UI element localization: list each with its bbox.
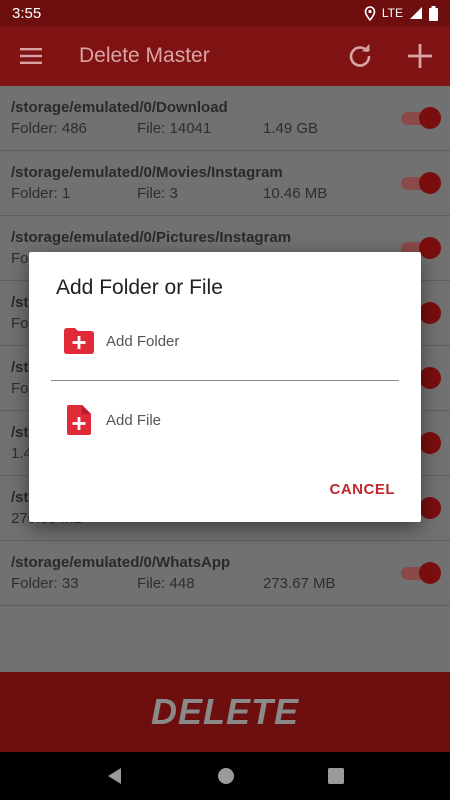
folder-count: Folder: 1 [11, 185, 71, 202]
enable-toggle[interactable] [399, 562, 441, 584]
status-icons: LTE [364, 5, 438, 21]
item-stats: Folder: 33 File: 448 273.67 MB [11, 575, 439, 592]
refresh-icon [349, 44, 371, 67]
toggle-knob [419, 432, 441, 454]
file-plus-icon [64, 405, 94, 435]
app-title: Delete Master [79, 44, 210, 67]
app-bar: Delete Master [0, 26, 450, 86]
file-count: File: 3 [137, 185, 178, 202]
list-item[interactable]: /storage/emulated/0/WhatsApp Folder: 33 … [0, 541, 450, 606]
toggle-knob [419, 497, 441, 519]
dialog-title: Add Folder or File [56, 276, 223, 299]
item-path: /storage/emulated/0/Movies/Instagram [11, 164, 283, 181]
status-time: 3:55 [12, 4, 42, 22]
toggle-knob [419, 367, 441, 389]
dialog-divider [51, 380, 399, 381]
item-path: /storage/emulated/0/Download [11, 99, 228, 116]
refresh-button[interactable] [330, 26, 390, 86]
home-icon[interactable] [217, 767, 235, 785]
add-button[interactable] [390, 26, 450, 86]
toggle-knob [419, 562, 441, 584]
battery-icon [429, 5, 438, 21]
item-path: /storage/emulated/0/WhatsApp [11, 554, 231, 571]
toggle-knob [419, 302, 441, 324]
enable-toggle[interactable] [399, 172, 441, 194]
hamburger-menu-icon [20, 48, 42, 64]
status-bar: 3:55 LTE [0, 0, 450, 26]
signal-icon [410, 7, 422, 19]
plus-icon [408, 44, 432, 68]
delete-label: DELETE [150, 691, 299, 732]
toggle-knob [419, 107, 441, 129]
nav-bar [0, 752, 450, 800]
toggle-knob [419, 172, 441, 194]
file-count: File: 448 [137, 575, 195, 592]
cancel-button[interactable]: CANCEL [330, 481, 396, 498]
item-stats: Folder: 1 File: 3 10.46 MB [11, 185, 439, 202]
add-folder-or-file-dialog: Add Folder or File Add Folder Add File C… [29, 252, 421, 522]
list-item[interactable]: /storage/emulated/0/Movies/Instagram Fol… [0, 151, 450, 216]
folder-count: Folder: 486 [11, 120, 87, 137]
recents-icon[interactable] [327, 768, 344, 784]
folder-count: Folder: 33 [11, 575, 79, 592]
size-value: 10.46 MB [263, 185, 328, 202]
size-value: 1.49 GB [263, 120, 319, 137]
location-icon [364, 5, 376, 21]
menu-button[interactable] [0, 26, 62, 86]
add-file-option[interactable]: Add File [64, 405, 161, 435]
item-path: /storage/emulated/0/Pictures/Instagram [11, 229, 292, 246]
delete-button[interactable]: DELETE [0, 672, 450, 752]
folder-plus-icon [64, 326, 94, 356]
add-file-label: Add File [106, 411, 162, 429]
toggle-knob [419, 237, 441, 259]
size-value: 273.67 MB [263, 575, 336, 592]
list-item[interactable]: /storage/emulated/0/Download Folder: 486… [0, 86, 450, 151]
back-icon[interactable] [106, 767, 124, 785]
file-count: File: 14041 [137, 120, 212, 137]
item-stats: Folder: 486 File: 14041 1.49 GB [11, 120, 439, 137]
add-folder-label: Add Folder [106, 332, 180, 350]
enable-toggle[interactable] [399, 107, 441, 129]
network-label: LTE [381, 6, 403, 20]
add-folder-option[interactable]: Add Folder [64, 326, 179, 356]
